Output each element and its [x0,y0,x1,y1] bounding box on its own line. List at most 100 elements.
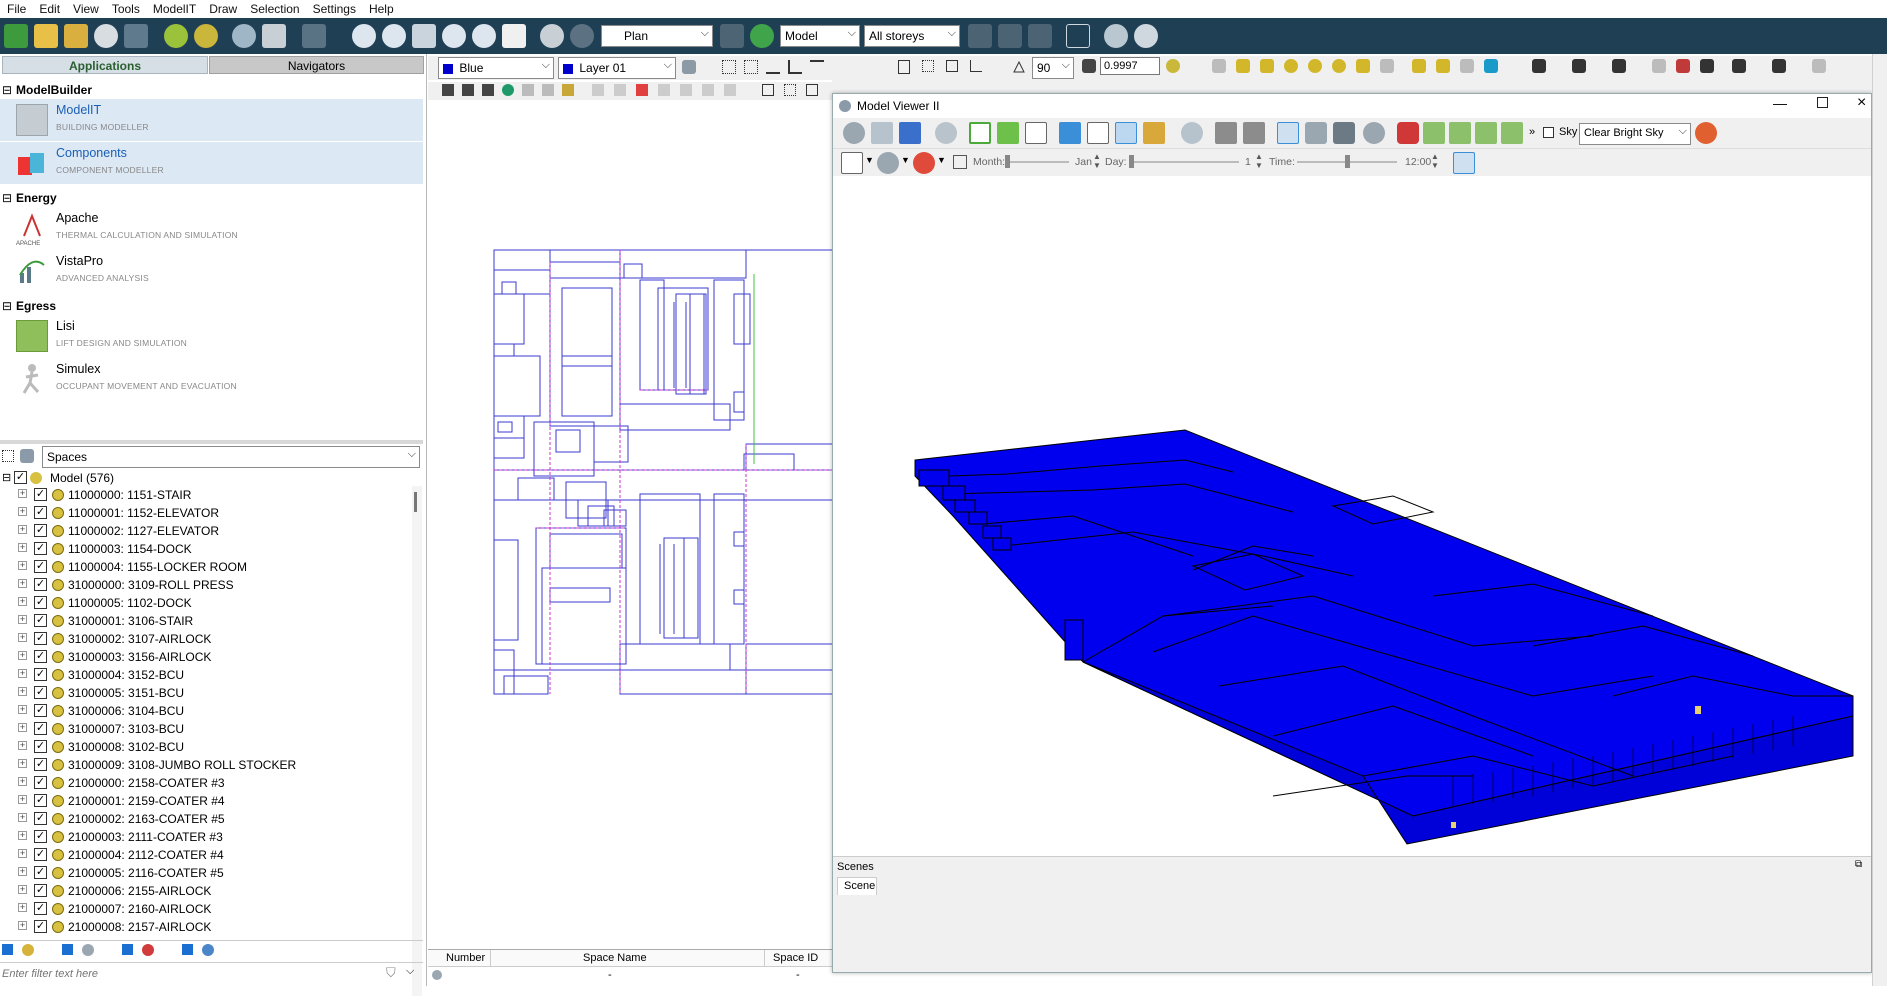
building-tool-icon[interactable] [522,84,534,96]
spinner-icon[interactable]: ▲ ▼ [1431,152,1439,170]
lock-icon[interactable] [898,60,910,74]
snap-points-icon[interactable] [744,60,758,74]
chevron-down-icon[interactable]: ▼ [865,155,874,165]
expand-icon[interactable]: + [18,741,27,750]
calendar-icon[interactable] [953,155,967,169]
tolerance-icon[interactable] [1082,59,1096,73]
tree-scrollbar[interactable] [412,486,422,996]
cube-mode-icon[interactable] [841,152,863,174]
navigator-select[interactable]: Spaces [42,446,420,468]
expand-icon[interactable]: + [18,561,27,570]
open-folder-icon[interactable] [34,24,58,48]
app-components[interactable]: Components COMPONENT MODELLER [0,142,423,184]
expand-icon[interactable]: + [18,795,27,804]
tool-icon[interactable] [1460,59,1474,73]
tool-icon[interactable] [1572,59,1586,73]
checkbox[interactable] [62,944,73,955]
checkbox[interactable]: ✓ [34,884,47,897]
expand-icon[interactable]: + [18,687,27,696]
house-icon[interactable] [636,84,648,96]
tree-row[interactable]: + ✓ 11000001: 1152-ELEVATOR [0,504,420,522]
tree-row[interactable]: + ✓ 21000005: 2116-COATER #5 [0,864,420,882]
checkbox[interactable]: ✓ [34,560,47,573]
rect-icon[interactable] [946,60,958,72]
filter-input[interactable] [0,965,380,983]
snap-ortho-icon[interactable] [788,60,802,74]
tool-icon[interactable] [1380,59,1394,73]
tool-icon[interactable] [1532,59,1546,73]
export-icon[interactable] [762,84,774,96]
color-wheel-icon[interactable] [913,152,935,174]
month-slider[interactable] [1005,155,1069,168]
zoom-icon[interactable] [382,24,406,48]
tree-row[interactable]: + ✓ 11000000: 1151-STAIR [0,486,420,504]
render-icon[interactable] [1134,24,1158,48]
tree-row[interactable]: + ✓ 21000008: 2157-AIRLOCK [0,918,420,936]
tool-icon[interactable] [1732,59,1746,73]
chevron-down-icon[interactable]: ▼ [937,155,946,165]
menu-help[interactable]: Help [362,2,400,16]
settings-view-icon[interactable] [935,122,957,144]
column-header-number[interactable]: Number [446,952,485,964]
model-select[interactable]: Model [780,25,860,47]
group-modelbuilder[interactable]: ⊟ ModelBuilder [0,83,420,100]
checkbox[interactable]: ✓ [34,740,47,753]
compass-icon[interactable] [194,24,218,48]
checkbox[interactable]: ✓ [34,578,47,591]
checkbox[interactable]: ✓ [14,471,27,484]
checkbox[interactable]: ✓ [34,776,47,789]
checkbox[interactable]: ✓ [34,596,47,609]
tree-row[interactable]: + ✓ 11000003: 1154-DOCK [0,540,420,558]
disc-icon[interactable] [94,24,118,48]
sun-red-icon[interactable] [1397,122,1419,144]
checkbox[interactable]: ✓ [34,722,47,735]
panel-divider[interactable] [0,440,423,444]
building-green-icon[interactable] [1475,122,1497,144]
checkbox[interactable]: ✓ [34,488,47,501]
layer-settings-icon[interactable] [682,60,696,74]
app-modelit[interactable]: ModelIT BUILDING MODELLER [0,99,423,141]
menu-modelit[interactable]: ModelIT [146,2,202,16]
tolerance-apply-icon[interactable] [1166,59,1180,73]
checkbox[interactable]: ✓ [34,848,47,861]
house-icon[interactable] [702,84,714,96]
collapse-icon[interactable]: ⊟ [2,191,12,205]
color-select[interactable]: Blue [438,57,554,79]
cube-shaded-icon[interactable] [1115,122,1137,144]
tool-icon[interactable] [1212,59,1226,73]
tool-cut-icon[interactable] [1333,122,1355,144]
tree-row[interactable]: + ✓ 21000006: 2155-AIRLOCK [0,882,420,900]
checkbox[interactable]: ✓ [34,686,47,699]
expand-icon[interactable]: + [18,525,27,534]
expand-icon[interactable]: + [18,507,27,516]
sheet-icon[interactable] [124,24,148,48]
tree-row[interactable]: + ✓ 31000005: 3151-BCU [0,684,420,702]
building-tool-icon[interactable] [442,84,454,96]
pointer-icon[interactable] [806,84,818,96]
expand-icon[interactable]: + [18,813,27,822]
slider-thumb[interactable] [1129,155,1134,168]
column-header-space-id[interactable]: Space ID [773,952,818,964]
slider-thumb[interactable] [1345,155,1350,168]
table-row[interactable]: - - [428,967,832,984]
layers-icon[interactable] [302,24,326,48]
shield-view-icon[interactable] [1181,122,1203,144]
storey-down-icon[interactable] [998,24,1022,48]
angle-select[interactable]: 90 [1032,57,1074,79]
model-viewer-icon[interactable] [1104,24,1128,48]
tree-row[interactable]: + ✓ 31000006: 3104-BCU [0,702,420,720]
tree-row[interactable]: + ✓ 31000004: 3152-BCU [0,666,420,684]
checkbox[interactable]: ✓ [34,668,47,681]
shading-icon[interactable] [22,944,34,956]
close-icon[interactable]: × [1857,94,1866,112]
checkbox[interactable]: ✓ [34,902,47,915]
expand-icon[interactable]: + [18,831,27,840]
folder-open-icon[interactable] [1215,122,1237,144]
building-tool-icon[interactable] [482,84,494,96]
tree-root[interactable]: ⊟ ✓ Model (576) [0,469,420,487]
slider-thumb[interactable] [1005,155,1010,168]
right-edge-scrollbar[interactable] [1872,54,1887,986]
app-apache[interactable]: APACHE Apache THERMAL CALCULATION AND SI… [0,207,423,249]
checkbox[interactable]: ✓ [34,920,47,933]
group-egress[interactable]: ⊟ Egress [0,299,420,316]
